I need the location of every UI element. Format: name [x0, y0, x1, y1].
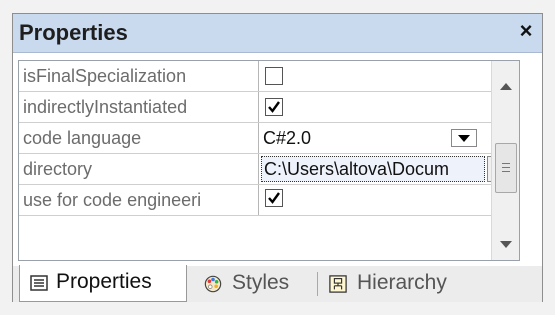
property-row[interactable]: isFinalSpecialization — [19, 61, 519, 92]
panel-titlebar: Properties × — [13, 14, 542, 53]
use-for-code-engineering-checkbox[interactable] — [265, 189, 283, 207]
tab-label: Hierarchy — [357, 271, 447, 294]
property-name: isFinalSpecialization — [19, 61, 259, 91]
is-final-specialization-checkbox[interactable] — [265, 67, 283, 85]
property-value — [259, 61, 519, 91]
tab-properties[interactable]: Properties — [19, 265, 187, 302]
code-language-select[interactable]: C#2.0 — [259, 123, 519, 153]
tab-label: Properties — [56, 270, 152, 293]
property-grid: isFinalSpecialization indirectlyInstanti… — [18, 60, 520, 261]
tab-styles[interactable]: Styles — [198, 266, 310, 300]
chevron-down-icon[interactable] — [451, 129, 477, 147]
scroll-thumb[interactable] — [495, 143, 517, 193]
bottom-tab-bar: Properties Styles Hierarchy — [13, 265, 542, 302]
close-icon[interactable]: × — [514, 18, 538, 44]
property-name: directory — [19, 154, 259, 184]
property-value: C:\Users\altova\Docum ... — [259, 154, 519, 184]
property-name: use for code engineeri — [19, 185, 259, 215]
indirectly-instantiated-checkbox[interactable] — [265, 98, 283, 116]
panel-title: Properties — [19, 20, 128, 45]
empty-cell — [19, 216, 259, 246]
properties-panel: Properties × isFinalSpecialization indir… — [12, 13, 543, 302]
tab-hierarchy[interactable]: Hierarchy — [325, 266, 475, 300]
property-value — [259, 185, 519, 215]
code-language-value: C#2.0 — [263, 128, 312, 148]
directory-field[interactable]: C:\Users\altova\Docum — [261, 156, 485, 182]
tab-separator — [317, 272, 318, 296]
empty-row — [19, 216, 519, 247]
property-name: code language — [19, 123, 259, 153]
tab-label: Styles — [232, 271, 290, 294]
vertical-scrollbar[interactable] — [491, 61, 519, 260]
property-row[interactable]: use for code engineeri — [19, 185, 519, 216]
property-name: indirectlyInstantiated — [19, 92, 259, 122]
checkmark-icon — [268, 101, 280, 113]
checkmark-icon — [268, 192, 280, 204]
property-value — [259, 92, 519, 122]
property-row[interactable]: indirectlyInstantiated — [19, 92, 519, 123]
scroll-down-icon[interactable] — [500, 241, 512, 248]
property-row[interactable]: directory C:\Users\altova\Docum ... — [19, 154, 519, 185]
hierarchy-icon — [329, 275, 347, 293]
scroll-up-icon[interactable] — [500, 83, 512, 90]
properties-icon — [30, 275, 48, 291]
property-row[interactable]: code language C#2.0 — [19, 123, 519, 154]
palette-icon — [204, 275, 222, 293]
